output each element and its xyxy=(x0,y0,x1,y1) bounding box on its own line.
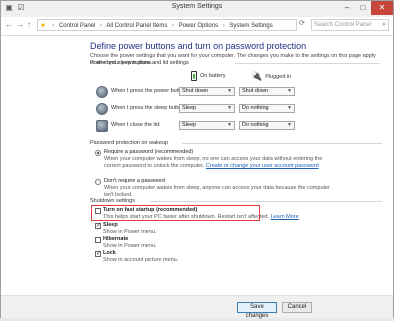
back-arrow-icon[interactable]: ← xyxy=(5,20,13,29)
select-value: Do nothing xyxy=(242,122,269,128)
main-content: Define power buttons and turn on passwor… xyxy=(1,36,393,294)
on-battery-header: On battery xyxy=(191,71,226,81)
no-password-description: When your computer wakes from sleep, any… xyxy=(104,185,330,198)
footer: Save changes Cancel xyxy=(1,295,393,319)
navigation-buttons: ← → ↑ xyxy=(5,20,31,29)
save-changes-button[interactable]: Save changes xyxy=(237,302,277,319)
minimize-icon[interactable]: – xyxy=(339,1,355,15)
power-button-plugged-select[interactable]: Shut down ▼ xyxy=(239,87,295,96)
lid-battery-select[interactable]: Sleep ▼ xyxy=(179,121,235,130)
hibernate-checkbox[interactable] xyxy=(95,237,101,243)
select-value: Shut down xyxy=(242,88,268,94)
breadcrumb-item[interactable]: Power Options xyxy=(179,23,218,29)
sleep-button-label: When I press the sleep button: xyxy=(111,105,186,111)
chevron-right-icon: › xyxy=(100,23,102,29)
chevron-down-icon: ▼ xyxy=(287,105,292,111)
select-value: Sleep xyxy=(182,105,197,111)
power-button-label: When I press the power button: xyxy=(111,88,188,94)
breadcrumb-item[interactable]: All Control Panel Items xyxy=(106,23,167,29)
no-password-title: Don't require a password xyxy=(104,178,165,184)
window-title: System Settings xyxy=(171,3,223,10)
breadcrumb-item[interactable]: System Settings xyxy=(229,23,272,29)
divider xyxy=(182,143,382,144)
chevron-down-icon: ▼ xyxy=(227,88,232,94)
sleep-button-icon xyxy=(96,103,108,115)
lid-plugged-select[interactable]: Do nothing ▼ xyxy=(239,121,295,130)
chevron-down-icon: ▼ xyxy=(227,122,232,128)
power-button-icon xyxy=(96,86,108,98)
select-value: Sleep xyxy=(182,122,197,128)
address-bar: ← → ↑ ■ › Control Panel › All Control Pa… xyxy=(1,17,393,36)
hibernate-title: Hibernate xyxy=(103,236,129,242)
system-settings-window: ▣ ☑ System Settings – □ ✕ ← → ↑ ■ › Cont… xyxy=(0,0,394,319)
refresh-icon[interactable]: ⟳ xyxy=(299,19,305,27)
select-value: Do nothing xyxy=(242,105,269,111)
require-password-title: Require a password (recommended) xyxy=(104,149,194,155)
lid-label: When I close the lid: xyxy=(111,122,161,128)
sleep-checkbox[interactable]: ✓ xyxy=(95,223,101,229)
breadcrumb-item[interactable]: Control Panel xyxy=(59,23,95,29)
shutdown-section-title: Shutdown settings xyxy=(90,198,382,204)
lock-description: Show in account picture menu. xyxy=(103,257,179,263)
shutdown-section-title-text: Shutdown settings xyxy=(90,198,135,204)
chevron-down-icon: ▼ xyxy=(287,122,292,128)
close-icon[interactable]: ✕ xyxy=(371,1,393,15)
require-password-description: When your computer wakes from sleep, no … xyxy=(104,156,334,170)
plugged-in-header: 🔌 Plugged in xyxy=(251,71,291,82)
maximize-icon[interactable]: □ xyxy=(355,1,371,15)
cancel-button[interactable]: Cancel xyxy=(282,302,312,313)
hibernate-description: Show in Power menu. xyxy=(103,243,157,249)
fast-startup-highlight-box xyxy=(91,205,260,221)
on-battery-label: On battery xyxy=(200,73,226,79)
plugged-in-label: Plugged in xyxy=(265,73,292,80)
change-password-link[interactable]: Create or change your user account passw… xyxy=(206,163,319,169)
sleep-description: Show in Power menu. xyxy=(103,229,157,235)
window-controls: – □ ✕ xyxy=(339,1,393,17)
chevron-right-icon: › xyxy=(52,23,55,29)
forward-arrow-icon[interactable]: → xyxy=(16,20,24,29)
search-placeholder: Search Control Panel xyxy=(314,22,372,28)
chevron-right-icon: › xyxy=(172,23,175,29)
sleep-button-battery-select[interactable]: Sleep ▼ xyxy=(179,104,235,113)
sleep-button-plugged-select[interactable]: Do nothing ▼ xyxy=(239,104,295,113)
power-section-title: Power and sleep buttons and lid settings xyxy=(90,60,380,66)
password-section-title: Password protection on wakeup xyxy=(90,140,382,146)
breadcrumb[interactable]: ■ › Control Panel › All Control Panel It… xyxy=(37,19,297,31)
search-input[interactable]: Search Control Panel ⌕ xyxy=(311,19,389,31)
folder-icon: ■ xyxy=(41,23,45,29)
title-bar: ▣ ☑ System Settings – □ ✕ xyxy=(1,1,393,18)
no-password-radio[interactable] xyxy=(95,179,101,185)
lock-checkbox[interactable]: ✓ xyxy=(95,251,101,257)
password-section-title-text: Password protection on wakeup xyxy=(90,140,168,146)
up-arrow-icon[interactable]: ↑ xyxy=(27,20,31,29)
sleep-title: Sleep xyxy=(103,222,118,228)
lock-title: Lock xyxy=(103,250,116,256)
divider xyxy=(235,63,380,64)
chevron-right-icon: › xyxy=(222,23,225,29)
power-section-title-text: Power and sleep buttons and lid settings xyxy=(90,60,189,66)
chevron-down-icon: ▼ xyxy=(287,88,292,94)
lid-icon xyxy=(96,120,108,132)
page-title: Define power buttons and turn on passwor… xyxy=(90,41,307,51)
plug-icon: 🔌 xyxy=(251,71,263,81)
power-button-battery-select[interactable]: Shut down ▼ xyxy=(179,87,235,96)
divider xyxy=(150,201,382,202)
search-icon: ⌕ xyxy=(382,21,386,28)
learn-more-link[interactable]: Learn More xyxy=(271,214,299,220)
chevron-down-icon: ▼ xyxy=(227,105,232,111)
select-value: Shut down xyxy=(182,88,208,94)
battery-icon xyxy=(191,71,197,81)
require-password-radio[interactable] xyxy=(95,150,101,156)
